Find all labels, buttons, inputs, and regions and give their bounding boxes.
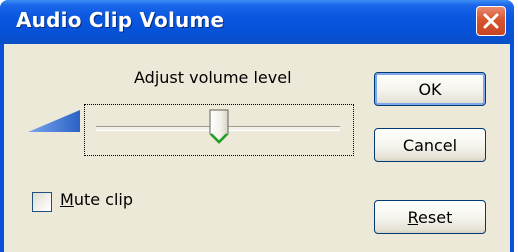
- mute-clip-label-mnemonic: M: [60, 190, 74, 209]
- mute-clip-label[interactable]: Mute clip: [60, 190, 133, 209]
- cancel-button[interactable]: Cancel: [374, 128, 486, 162]
- window-title: Audio Clip Volume: [16, 8, 225, 32]
- cancel-button-label: Cancel: [402, 135, 458, 155]
- close-button[interactable]: [476, 6, 506, 36]
- reset-button-mnemonic: R: [407, 207, 419, 227]
- reset-button[interactable]: Reset: [374, 200, 486, 234]
- reset-button-label: Reset: [408, 208, 453, 227]
- close-icon: [483, 13, 499, 29]
- slider-thumb-icon[interactable]: [208, 108, 230, 146]
- dialog-window: Audio Clip Volume Adjust volume level OK…: [0, 0, 514, 252]
- reset-button-rest: eset: [418, 207, 453, 227]
- dialog-client-area: Adjust volume level OK Cancel Mute clip …: [4, 44, 510, 252]
- ok-button-label: OK: [418, 79, 442, 99]
- adjust-volume-label: Adjust volume level: [134, 68, 292, 87]
- ok-button[interactable]: OK: [374, 72, 486, 106]
- mute-clip-label-rest: ute clip: [73, 190, 133, 209]
- mute-clip-checkbox[interactable]: [32, 192, 52, 212]
- volume-ramp-icon: [28, 110, 80, 132]
- title-bar[interactable]: Audio Clip Volume: [0, 0, 514, 44]
